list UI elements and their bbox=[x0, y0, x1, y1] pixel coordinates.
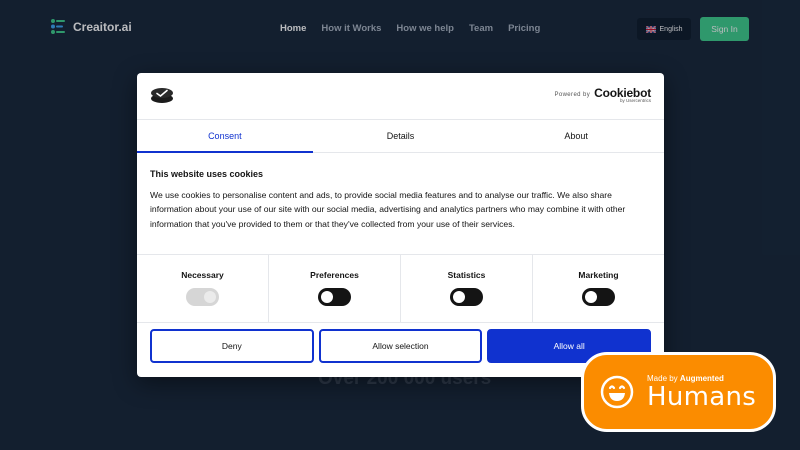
badge-text: Made by Augmented Humans bbox=[647, 374, 756, 411]
toggle-marketing-label: Marketing bbox=[578, 270, 619, 280]
augmented-humans-badge[interactable]: Made by Augmented Humans bbox=[581, 352, 776, 432]
consent-buttons: Deny Allow selection Allow all bbox=[150, 329, 652, 363]
site-logo-icon bbox=[151, 88, 173, 103]
dialog-header: Powered by Cookiebot by Usercentrics bbox=[137, 73, 664, 120]
consent-toggles: Necessary Preferences Statistics Marketi… bbox=[137, 254, 664, 323]
toggle-statistics-label: Statistics bbox=[447, 270, 486, 280]
powered-by-cookiebot[interactable]: Powered by Cookiebot by Usercentrics bbox=[554, 87, 651, 104]
smile-icon bbox=[600, 375, 634, 409]
toggle-preferences-group: Preferences bbox=[269, 255, 401, 322]
toggle-necessary-group: Necessary bbox=[137, 255, 269, 322]
consent-title: This website uses cookies bbox=[150, 169, 264, 179]
cookiebot-sub: by Usercentrics bbox=[619, 98, 651, 103]
powered-by-label: Powered by bbox=[554, 92, 591, 99]
tab-about[interactable]: About bbox=[488, 120, 664, 152]
badge-humans: Humans bbox=[647, 381, 757, 412]
allow-selection-button[interactable]: Allow selection bbox=[318, 329, 483, 363]
deny-button[interactable]: Deny bbox=[150, 329, 314, 363]
tab-details[interactable]: Details bbox=[313, 120, 489, 152]
toggle-necessary-label: Necessary bbox=[181, 270, 224, 280]
toggle-necessary bbox=[186, 288, 219, 306]
toggle-marketing[interactable] bbox=[582, 288, 615, 306]
toggle-preferences-label: Preferences bbox=[310, 270, 359, 280]
dialog-tabs: Consent Details About bbox=[137, 120, 664, 153]
tab-consent[interactable]: Consent bbox=[137, 120, 313, 153]
consent-body: This website uses cookies We use cookies… bbox=[150, 169, 650, 231]
toggle-statistics[interactable] bbox=[450, 288, 483, 306]
cookie-consent-dialog: Powered by Cookiebot by Usercentrics Con… bbox=[137, 73, 664, 377]
toggle-statistics-group: Statistics bbox=[401, 255, 533, 322]
toggle-preferences[interactable] bbox=[318, 288, 351, 306]
consent-description: We use cookies to personalise content an… bbox=[150, 190, 626, 229]
toggle-marketing-group: Marketing bbox=[533, 255, 664, 322]
